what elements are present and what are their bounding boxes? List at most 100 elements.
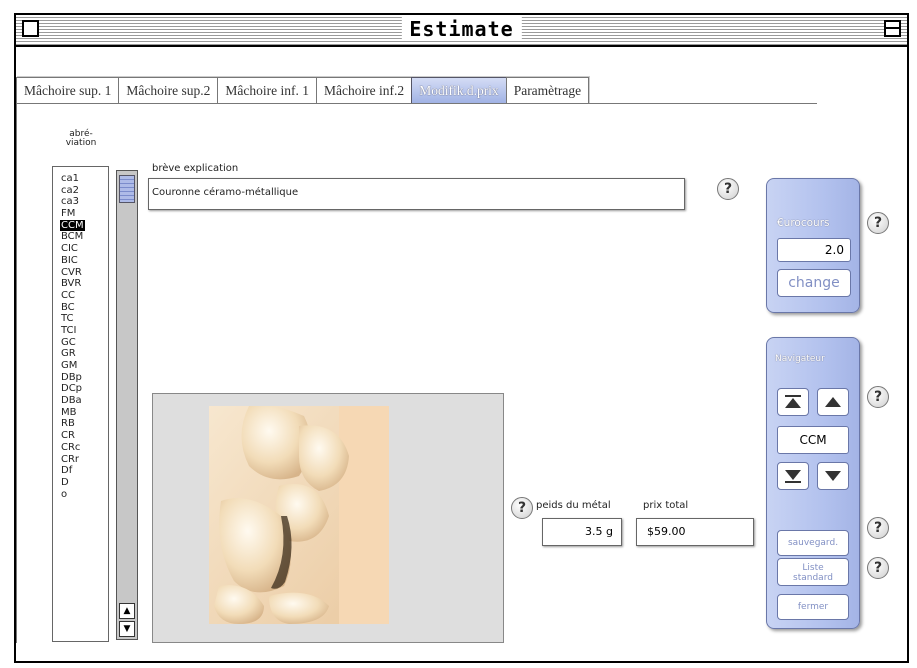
abbreviation-row[interactable]: DBp <box>53 372 108 384</box>
abbreviation-row[interactable]: CC <box>53 290 108 302</box>
tab-machoire-inf-1[interactable]: Mâchoire inf. 1 <box>217 77 317 104</box>
abbreviation-item[interactable]: DBa <box>53 395 108 407</box>
abbreviation-row[interactable]: CRc <box>53 442 108 454</box>
abbreviation-row[interactable]: MB <box>53 407 108 419</box>
scroll-up-arrow-icon[interactable]: ▲ <box>119 603 135 619</box>
abbreviation-item[interactable]: ca3 <box>53 196 108 208</box>
help-icon[interactable]: ? <box>867 557 889 579</box>
abbreviation-row[interactable]: ca3 <box>53 196 108 208</box>
abbreviation-item[interactable]: o <box>53 489 108 501</box>
abbreviation-item[interactable]: ca1 <box>53 173 108 185</box>
abbreviation-item[interactable]: CIC <box>53 243 108 255</box>
abbreviation-item[interactable]: BIC <box>53 255 108 267</box>
abbreviation-item[interactable]: MB <box>53 407 108 419</box>
tooth-image <box>209 406 389 624</box>
abbreviation-row[interactable]: BIC <box>53 255 108 267</box>
tab-machoire-inf-2[interactable]: Mâchoire inf.2 <box>315 77 413 104</box>
help-icon[interactable]: ? <box>717 178 739 200</box>
abbreviation-row[interactable]: GM <box>53 360 108 372</box>
abbreviation-row[interactable]: BC <box>53 302 108 314</box>
breve-label: brève explication <box>152 163 239 174</box>
abbreviation-row[interactable]: CCM <box>53 219 108 232</box>
content-left-border <box>16 103 17 643</box>
previous-record-button[interactable] <box>817 388 849 416</box>
abbreviation-row[interactable]: FM <box>53 208 108 220</box>
abbreviation-item[interactable]: ca2 <box>53 185 108 197</box>
abbreviation-row[interactable]: TCI <box>53 325 108 337</box>
help-icon[interactable]: ? <box>511 497 533 519</box>
first-record-button[interactable] <box>777 388 809 416</box>
scroll-down-arrow-icon[interactable]: ▼ <box>119 621 135 637</box>
last-record-button[interactable] <box>777 462 809 490</box>
breve-explication-field[interactable]: Couronne céramo-métallique <box>148 178 685 210</box>
window-title: Estimate <box>401 17 522 41</box>
abbreviation-scrollbar[interactable]: ▲ ▼ <box>116 170 138 640</box>
abbreviation-row[interactable]: o <box>53 489 108 501</box>
abbreviation-item[interactable]: BCM <box>53 231 108 243</box>
abbreviation-row[interactable]: TC <box>53 313 108 325</box>
abbreviation-row[interactable]: CVR <box>53 267 108 279</box>
abbreviation-row[interactable]: RB <box>53 418 108 430</box>
abbreviation-row[interactable]: GC <box>53 337 108 349</box>
abbreviation-row[interactable]: GR <box>53 348 108 360</box>
tab-bar: Mâchoire sup. 1 Mâchoire sup.2 Mâchoire … <box>16 77 590 105</box>
abbreviation-item[interactable]: D <box>53 477 108 489</box>
abbreviation-item[interactable]: BC <box>53 302 108 314</box>
help-icon[interactable]: ? <box>867 212 889 234</box>
sauvegard-button[interactable]: sauvegard. <box>777 530 849 556</box>
tab-parametrage[interactable]: Paramètrage <box>505 77 590 104</box>
abbreviation-item[interactable]: FM <box>53 208 108 220</box>
abbreviation-item[interactable]: GC <box>53 337 108 349</box>
last-record-icon <box>785 470 801 483</box>
abbreviation-item[interactable]: CVR <box>53 267 108 279</box>
fermer-button[interactable]: fermer <box>777 594 849 620</box>
abbreviation-item[interactable]: DCp <box>53 383 108 395</box>
change-button[interactable]: change <box>777 269 851 297</box>
abbreviation-item[interactable]: DBp <box>53 372 108 384</box>
help-icon[interactable]: ? <box>867 517 889 539</box>
abbreviation-row[interactable]: CIC <box>53 243 108 255</box>
abbreviation-row[interactable]: DCp <box>53 383 108 395</box>
scroll-thumb[interactable] <box>119 175 135 203</box>
tab-modifik-d-prix[interactable]: Modifik.d.prix <box>411 77 507 104</box>
title-bar[interactable]: Estimate <box>16 15 907 47</box>
zoom-box[interactable] <box>884 20 901 37</box>
eurocours-panel: €urocours 2.0 change <box>766 178 860 313</box>
abbreviation-item[interactable]: CRr <box>53 454 108 466</box>
abbreviation-row[interactable]: CR <box>53 430 108 442</box>
abbreviation-item[interactable]: Df <box>53 465 108 477</box>
abbreviation-row[interactable]: DBa <box>53 395 108 407</box>
poids-du-metal-field[interactable]: 3.5 g <box>542 518 622 546</box>
next-record-button[interactable] <box>817 462 849 490</box>
prix-total-field[interactable]: $59.00 <box>636 518 754 546</box>
abbreviation-row[interactable]: BCM <box>53 231 108 243</box>
tooth-image-frame <box>152 393 504 643</box>
abbreviation-item[interactable]: GR <box>53 348 108 360</box>
abbreviation-item[interactable]: TCI <box>53 325 108 337</box>
abbreviation-item[interactable]: RB <box>53 418 108 430</box>
first-record-icon <box>785 395 801 408</box>
abbreviation-row[interactable]: ca1 <box>53 173 108 185</box>
abbreviation-item[interactable]: TC <box>53 313 108 325</box>
current-record-field[interactable]: CCM <box>777 426 849 454</box>
abbreviation-item[interactable]: CRc <box>53 442 108 454</box>
eurocours-value[interactable]: 2.0 <box>777 238 851 262</box>
tab-machoire-sup-2[interactable]: Mâchoire sup.2 <box>118 77 219 104</box>
abbreviation-row[interactable]: Df <box>53 465 108 477</box>
abbreviation-row[interactable]: D <box>53 477 108 489</box>
poids-label: peids du métal <box>536 500 611 511</box>
abbreviation-item[interactable]: CCM <box>60 219 85 232</box>
close-box[interactable] <box>22 20 39 37</box>
abbreviation-row[interactable]: CRr <box>53 454 108 466</box>
abbreviation-row[interactable]: ca2 <box>53 185 108 197</box>
navigator-panel: Navigateur CCM sauvegard. Liste standard… <box>766 337 860 629</box>
tab-machoire-sup-1[interactable]: Mâchoire sup. 1 <box>16 77 120 104</box>
abbreviation-item[interactable]: CR <box>53 430 108 442</box>
abbreviation-item[interactable]: CC <box>53 290 108 302</box>
abbreviation-list[interactable]: ca1 ca2 ca3 FM CCM BCM CIC BIC CVR BVR CC BC TC TCI GC… <box>52 166 109 642</box>
abbreviation-item[interactable]: BVR <box>53 278 108 290</box>
liste-standard-button[interactable]: Liste standard <box>777 558 849 586</box>
abbreviation-item[interactable]: GM <box>53 360 108 372</box>
help-icon[interactable]: ? <box>867 386 889 408</box>
abbreviation-row[interactable]: BVR <box>53 278 108 290</box>
